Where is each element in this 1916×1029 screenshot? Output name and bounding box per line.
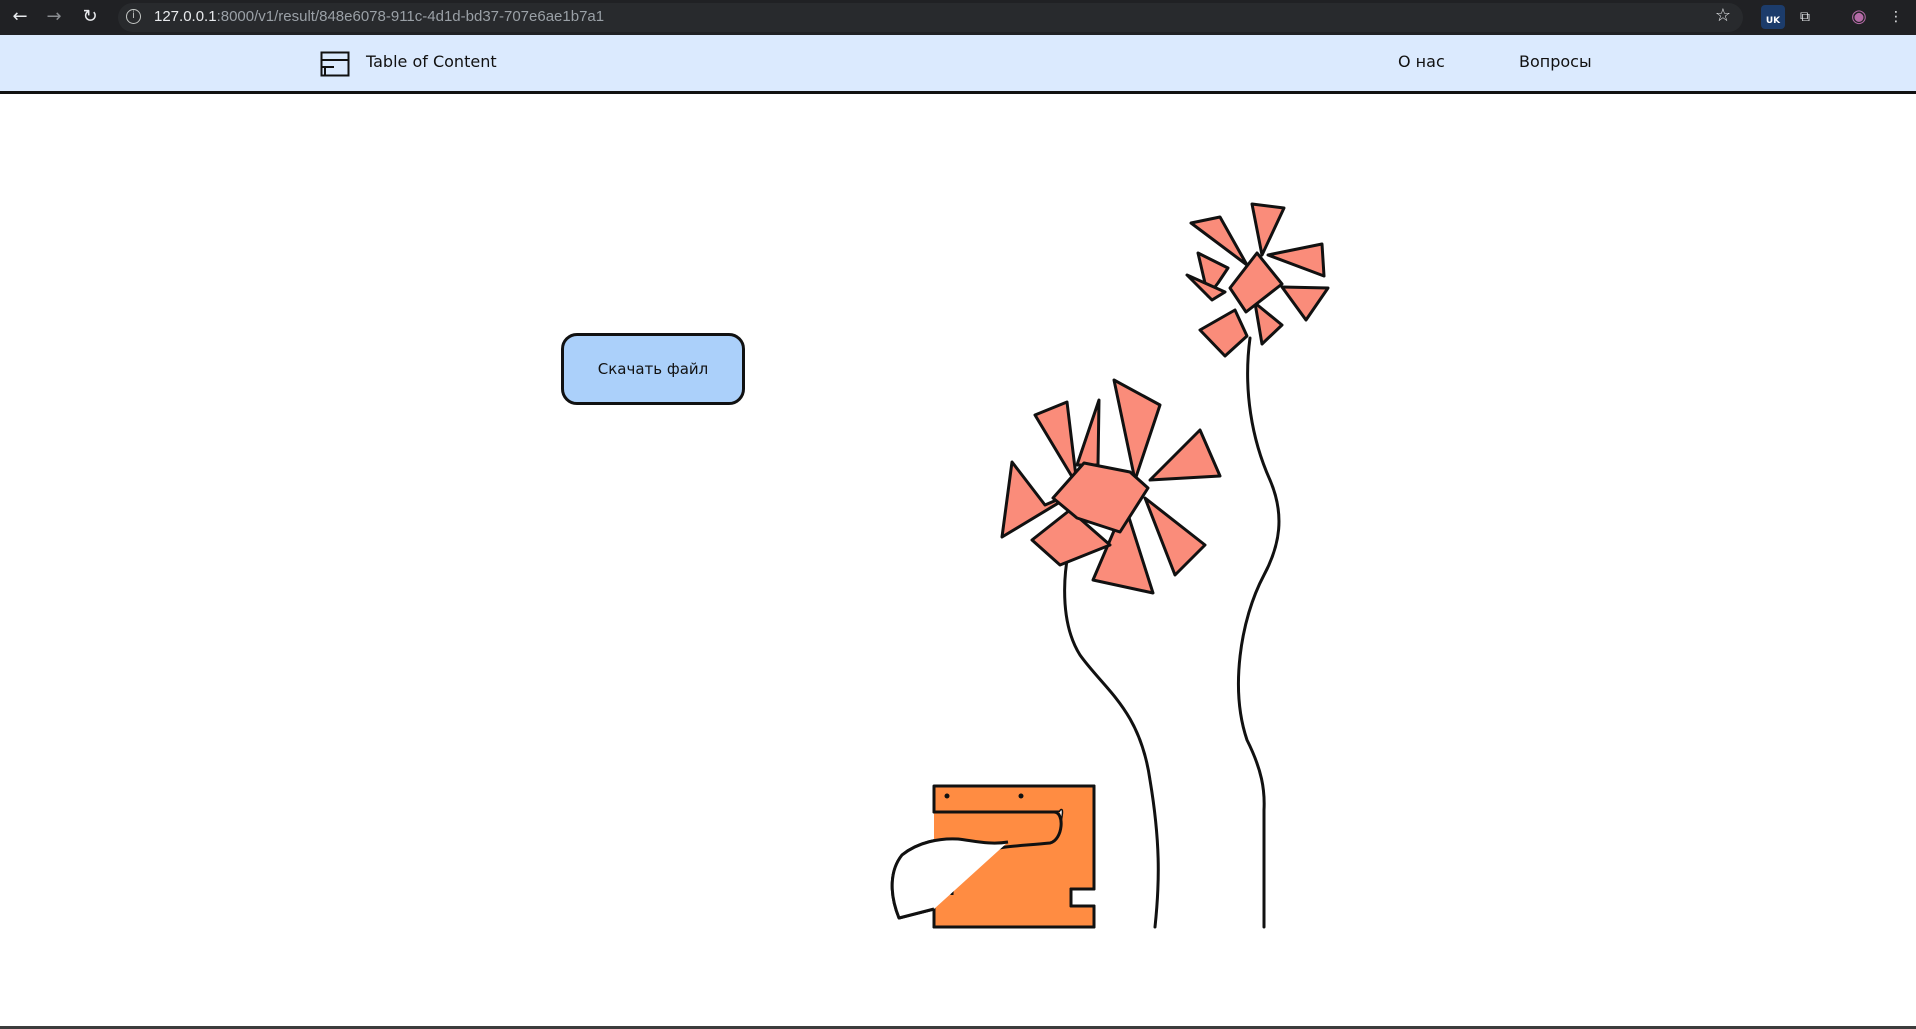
pot-creature (890, 784, 1096, 929)
flowers-illustration (890, 202, 1330, 929)
right-stem (1237, 336, 1281, 929)
big-flower (1000, 378, 1222, 595)
small-flower (1185, 202, 1330, 358)
creature-eye-right (1018, 793, 1024, 799)
creature-eye-left (944, 793, 950, 799)
